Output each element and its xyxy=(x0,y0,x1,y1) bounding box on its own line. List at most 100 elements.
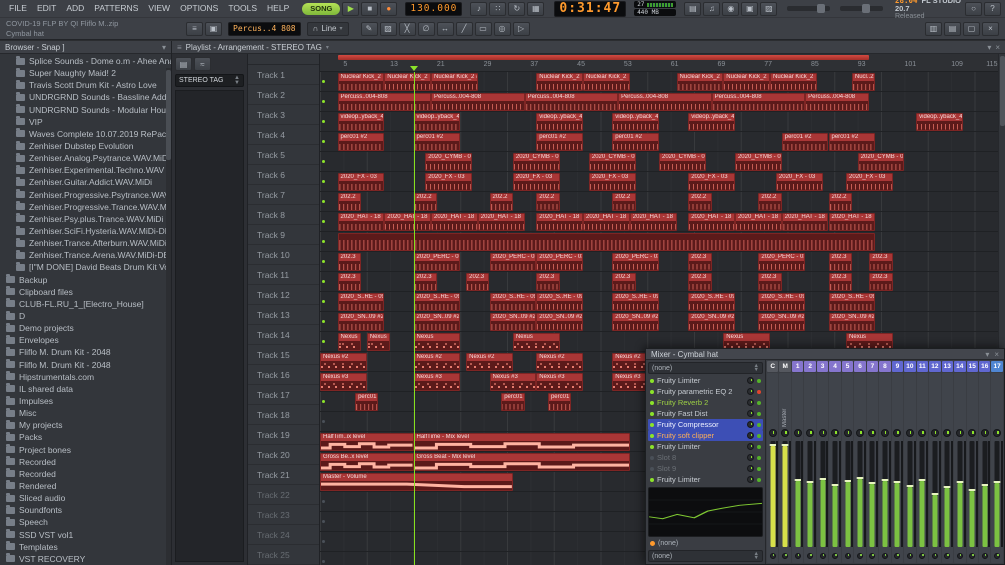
channel-strip-14[interactable] xyxy=(954,373,966,563)
browser-item[interactable]: Speech xyxy=(0,516,171,528)
channel-tab-9[interactable]: 9 xyxy=(891,361,904,372)
playlist-clip[interactable]: 202.3 xyxy=(536,273,560,291)
channel-strip-16[interactable] xyxy=(978,373,991,563)
browser-item[interactable]: Soundfonts xyxy=(0,504,171,516)
snap-selector[interactable]: ∩ Line ▾ xyxy=(306,21,349,36)
fader-handle[interactable] xyxy=(881,479,889,482)
channel-pan-knob[interactable] xyxy=(993,429,1002,437)
fx-mix-knob-icon[interactable] xyxy=(747,410,754,417)
clip-lane[interactable] xyxy=(320,172,998,192)
playlist-clip[interactable]: Nexus xyxy=(337,333,361,351)
channel-tab-15[interactable]: 15 xyxy=(966,361,978,372)
channel-pan-knob[interactable] xyxy=(893,429,902,437)
track-header[interactable]: Track 18 xyxy=(248,405,319,425)
fader-handle[interactable] xyxy=(931,493,939,496)
channel-sep-knob[interactable] xyxy=(931,553,938,559)
playlist-clip[interactable]: Nuclear Kick_2 xyxy=(337,73,385,91)
fx-slot-10[interactable]: Fruity Limiter xyxy=(648,474,763,485)
channel-fader[interactable] xyxy=(954,439,966,549)
fx-slot-3[interactable]: Fruity Reverb 2 xyxy=(648,397,763,408)
channel-tab-8[interactable]: 8 xyxy=(879,361,891,372)
browser-item[interactable]: Zenhiser.Psy.plus.Trance.WAV.MiDi xyxy=(0,213,171,225)
fx-enable-led-icon[interactable] xyxy=(650,378,654,383)
playlist-clip[interactable]: 2020_S..RE - 09 xyxy=(828,293,876,311)
channel-fader[interactable] xyxy=(867,439,879,549)
playlist-clip[interactable]: 2020_HAT - 18 xyxy=(629,213,677,231)
playlist-clip[interactable]: 2020_SN..09 #2 xyxy=(337,313,385,331)
track-header[interactable]: Track 1 xyxy=(248,65,319,85)
playlist-clip[interactable]: 2020_CYMB - 03 xyxy=(857,153,905,171)
playlist-clip[interactable]: 2020_PERC - 03 xyxy=(413,253,461,271)
playlist-clip[interactable]: videop..yback_4 xyxy=(337,113,385,131)
track-activity-led[interactable] xyxy=(322,260,325,263)
browser-item[interactable]: Recorded xyxy=(0,456,171,468)
track-header[interactable]: Track 7 xyxy=(248,185,319,205)
track-header[interactable]: Track 10 xyxy=(248,245,319,265)
track-header[interactable]: Track 22 xyxy=(248,485,319,505)
track-header[interactable]: Track 25 xyxy=(248,545,319,565)
playlist-clip[interactable]: Nexus #3 xyxy=(413,373,461,391)
browser-item[interactable]: Packs xyxy=(0,431,171,443)
playlist-clip[interactable]: 2020_FX - 03 xyxy=(588,173,636,191)
playlist-clip[interactable]: 202.3 xyxy=(828,273,852,291)
playlist-clip[interactable]: Nuclear Kick_2 #2 xyxy=(431,73,478,91)
browser-item[interactable]: Recorded xyxy=(0,468,171,480)
playlist-clip[interactable]: 202.3 xyxy=(337,273,361,291)
multilink-icon[interactable]: ◉ xyxy=(722,1,740,16)
playlist-clip[interactable]: Nexus xyxy=(413,333,461,351)
track-activity-led[interactable] xyxy=(322,500,325,503)
browser-item[interactable]: Zenhiser.Progressive.Trance.WAV.MiDi xyxy=(0,201,171,213)
browser-item[interactable]: Zenhiser.Trance.Arena.WAV.MiDi-DECiBEL xyxy=(0,249,171,261)
channel-pan-knob[interactable] xyxy=(843,429,852,437)
playlist-clip[interactable]: 2020_S..RE - 09 xyxy=(413,293,461,311)
playlist-clip[interactable]: Nexus xyxy=(366,333,391,351)
playlist-clip[interactable]: perc01 #2 xyxy=(612,133,659,151)
channel-fader[interactable] xyxy=(779,439,791,549)
channel-pan-knob[interactable] xyxy=(768,429,777,437)
browser-header[interactable]: Browser - Snap ] ▾ xyxy=(0,41,171,54)
channel-fader[interactable] xyxy=(942,439,954,549)
playhead-marker[interactable] xyxy=(409,66,418,71)
menu-item-file[interactable]: FILE xyxy=(4,0,32,17)
song-mode-toggle[interactable]: SONG xyxy=(302,2,341,15)
track-header[interactable]: Track 15 xyxy=(248,345,319,365)
playlist-clip[interactable]: Percuss..004-808 xyxy=(805,93,870,111)
playlist-clip[interactable]: 2020_PERC - 03 xyxy=(489,253,537,271)
playlist-clip[interactable]: Nuclear Kick_2 xyxy=(583,73,630,91)
channel-tab-7[interactable]: 7 xyxy=(866,361,879,372)
playlist-clip[interactable]: HalfTime - Mix level xyxy=(413,433,630,451)
playlist-clip[interactable]: 202.3 xyxy=(828,253,852,271)
browser-item[interactable]: Templates xyxy=(0,541,171,553)
playlist-clip[interactable]: 2020_S..RE - 09 xyxy=(758,293,806,311)
track-header[interactable]: Track 6 xyxy=(248,165,319,185)
track-activity-led[interactable] xyxy=(322,140,325,143)
browser-item[interactable]: Super Naughty Maid! 2 xyxy=(0,67,171,79)
track-activity-led[interactable] xyxy=(322,240,325,243)
channel-sep-knob[interactable] xyxy=(857,553,864,559)
menu-item-options[interactable]: OPTIONS xyxy=(175,0,223,17)
playlist-clip[interactable]: Nexus #2 xyxy=(320,353,367,371)
browser-item[interactable]: Zenhiser Dubstep Evolution xyxy=(0,140,171,152)
playlist-clip[interactable]: Nexus #2 xyxy=(466,353,513,371)
channel-tab-10[interactable]: 10 xyxy=(904,361,916,372)
browser-item[interactable]: Rendered xyxy=(0,480,171,492)
playlist-clip[interactable]: 2020_HAT - 18 xyxy=(688,213,735,231)
menu-item-add[interactable]: ADD xyxy=(61,0,89,17)
mute-tool-icon[interactable]: ∅ xyxy=(417,21,435,36)
menu-item-patterns[interactable]: PATTERNS xyxy=(89,0,143,17)
track-activity-led[interactable] xyxy=(322,400,325,403)
playlist-clip[interactable]: 2020_FX - 03 xyxy=(337,173,385,191)
channel-fader[interactable] xyxy=(804,439,816,549)
playlist-clip[interactable]: 2020_SN..09 #2 xyxy=(828,313,876,331)
track-header[interactable]: Track 14 xyxy=(248,325,319,345)
browser-item[interactable]: Zenhiser.Guitar.Addict.WAV.MiDi xyxy=(0,176,171,188)
channel-strip-10[interactable] xyxy=(904,373,916,563)
channel-fader[interactable] xyxy=(879,439,891,549)
fx-slot-5[interactable]: Fruity Compressor xyxy=(648,419,763,430)
fx-enable-led-icon[interactable] xyxy=(650,400,654,405)
eq-curve-display[interactable] xyxy=(648,487,763,537)
fader-handle[interactable] xyxy=(781,444,789,447)
playlist-clip[interactable]: Gross Be..x level xyxy=(320,453,414,471)
channel-fader[interactable] xyxy=(929,439,941,549)
maximize-icon[interactable]: ▢ xyxy=(963,21,980,36)
